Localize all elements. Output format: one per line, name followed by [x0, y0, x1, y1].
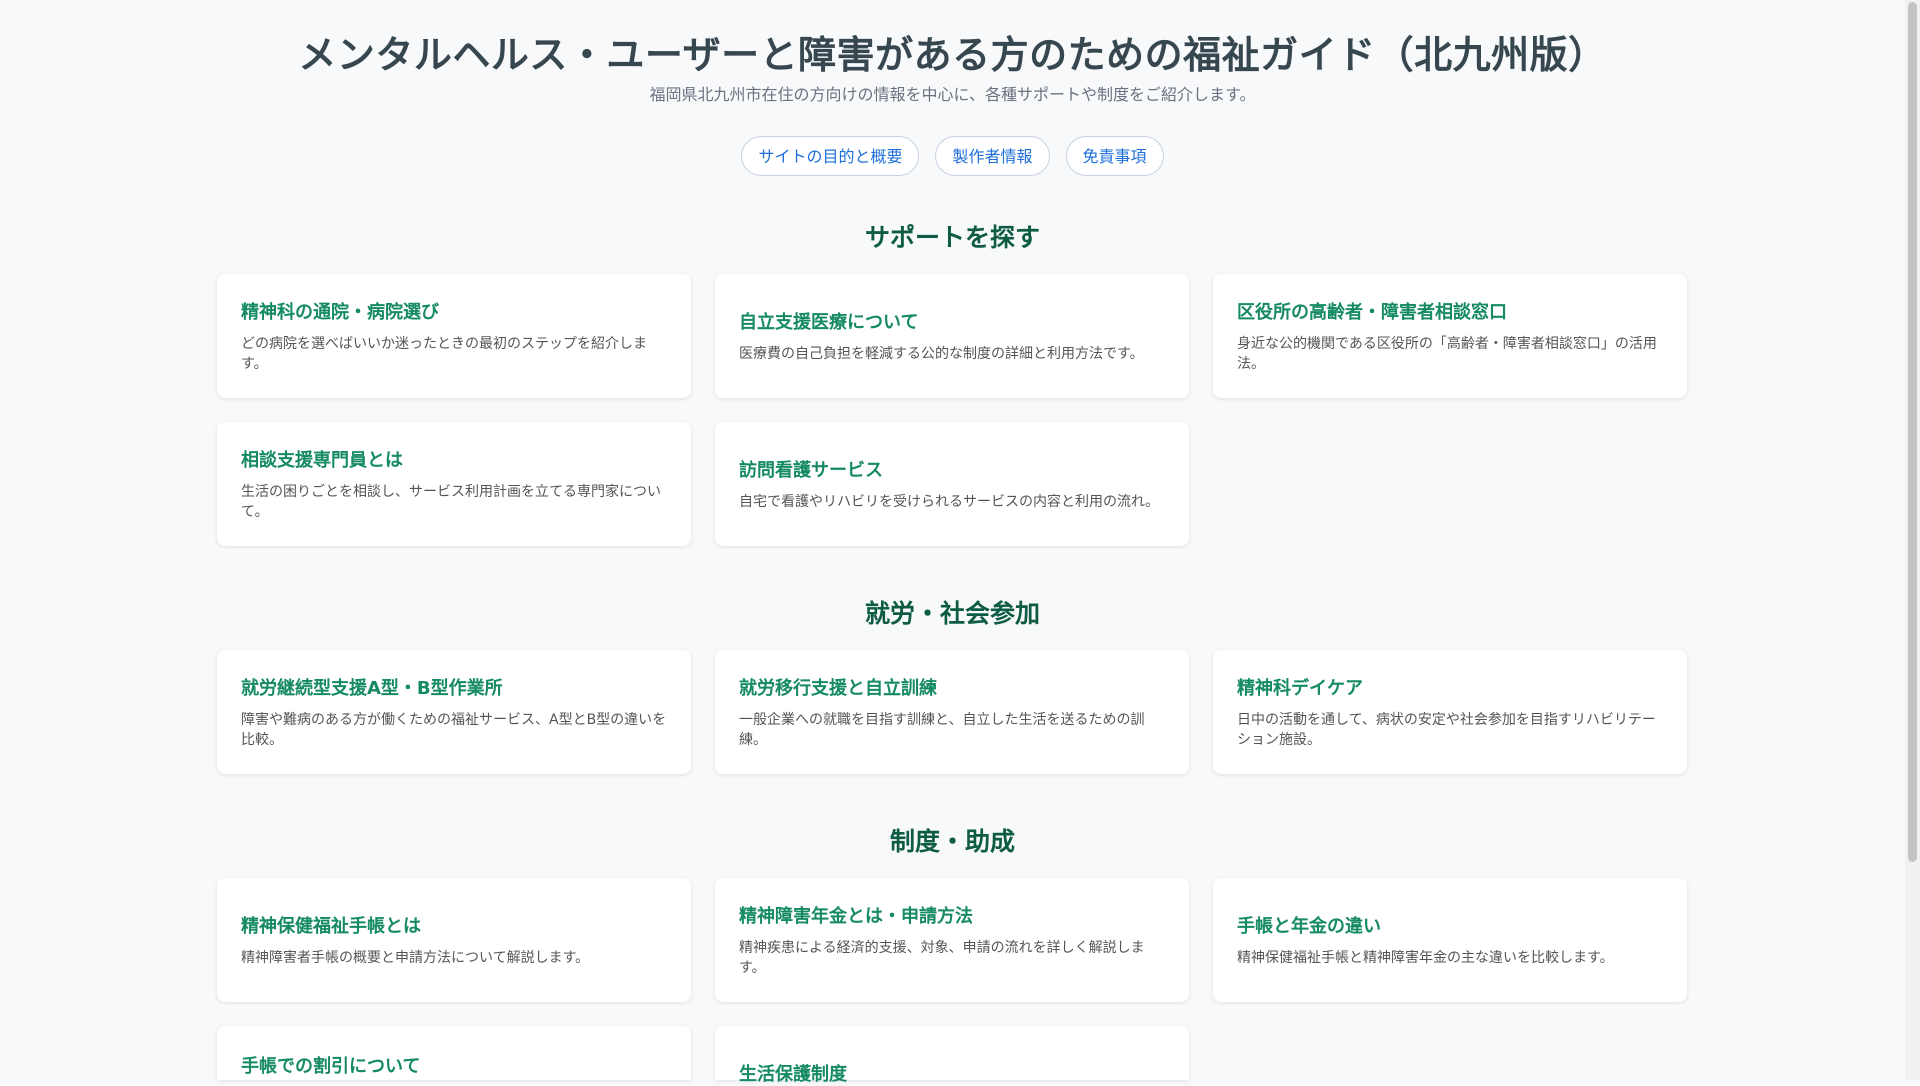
card-title: 相談支援専門員とは: [241, 450, 403, 471]
card-title: 生活保護制度: [739, 1064, 847, 1085]
card-desc: 精神保健福祉手帳と精神障害年金の主な違いを比較します。: [1237, 950, 1614, 966]
card-consultation-specialist[interactable]: 相談支援専門員とは 生活の困りごとを相談し、サービス利用計画を立てる専門家につい…: [217, 422, 691, 546]
card-desc: 精神障害者手帳の概要と申請方法について解説します。: [241, 950, 590, 966]
card-desc: 身近な公的機関である区役所の「高齢者・障害者相談窓口」の活用法。: [1237, 336, 1657, 372]
card-desc: 自宅で看護やリハビリを受けられるサービスの内容と利用の流れ。: [739, 494, 1160, 510]
card-title: 訪問看護サービス: [739, 460, 883, 481]
card-desc: 生活の困りごとを相談し、サービス利用計画を立てる専門家について。: [241, 484, 661, 520]
page-subtitle: 福岡県北九州市在住の方向けの情報を中心に、各種サポートや制度をご紹介します。: [649, 85, 1256, 104]
card-disability-pension[interactable]: 精神障害年金とは・申請方法 精神疾患による経済的支援、対象、申請の流れを詳しく解…: [715, 878, 1189, 1002]
page: メンタルヘルス・ユーザーと障害がある方のための福祉ガイド（北九州版） 福岡県北九…: [0, 0, 1905, 1085]
section-title-employment: 就労・社会参加: [864, 599, 1040, 628]
nav-link-about[interactable]: サイトの目的と概要: [741, 136, 920, 176]
card-title: 就労移行支援と自立訓練: [739, 678, 937, 699]
top-nav: サイトの目的と概要 製作者情報 免責事項: [0, 136, 1905, 176]
card-title: 区役所の高齢者・障害者相談窓口: [1237, 302, 1507, 323]
card-employment-ab[interactable]: 就労継続型支援A型・B型作業所 障害や難病のある方が働くための福祉サービス、A型…: [217, 650, 691, 774]
card-handbook-vs-pension[interactable]: 手帳と年金の違い 精神保健福祉手帳と精神障害年金の主な違いを比較します。: [1213, 878, 1687, 1002]
nav-link-author[interactable]: 製作者情報: [935, 136, 1050, 176]
scrollbar-thumb[interactable]: [1908, 2, 1917, 862]
card-home-nursing[interactable]: 訪問看護サービス 自宅で看護やリハビリを受けられるサービスの内容と利用の流れ。: [715, 422, 1189, 546]
page-title: メンタルヘルス・ユーザーと障害がある方のための福祉ガイド（北九州版）: [298, 33, 1607, 77]
card-title: 自立支援医療について: [739, 312, 919, 333]
card-day-care[interactable]: 精神科デイケア 日中の活動を通して、病状の安定や社会参加を目指すリハビリテーショ…: [1213, 650, 1687, 774]
card-title: 精神科デイケア: [1237, 678, 1363, 699]
card-desc: 一般企業への就職を目指す訓練と、自立した生活を送るための訓練。: [739, 712, 1145, 748]
card-psychiatry-hospital[interactable]: 精神科の通院・病院選び どの病院を選べばいいか迷ったときの最初のステップを紹介し…: [217, 274, 691, 398]
card-self-support-medical[interactable]: 自立支援医療について 医療費の自己負担を軽減する公的な制度の詳細と利用方法です。: [715, 274, 1189, 398]
card-transition-training[interactable]: 就労移行支援と自立訓練 一般企業への就職を目指す訓練と、自立した生活を送るための…: [715, 650, 1189, 774]
card-title: 手帳と年金の違い: [1237, 916, 1381, 937]
card-title: 就労継続型支援A型・B型作業所: [241, 678, 503, 699]
nav-link-disclaimer[interactable]: 免責事項: [1065, 136, 1164, 176]
card-desc: 精神疾患による経済的支援、対象、申請の流れを詳しく解説します。: [739, 940, 1145, 976]
card-desc: 医療費の自己負担を軽減する公的な制度の詳細と利用方法です。: [739, 346, 1144, 362]
card-handbook-discount[interactable]: 手帳での割引について: [217, 1026, 691, 1080]
card-desc: 障害や難病のある方が働くための福祉サービス、A型とB型の違いを比較。: [241, 712, 667, 748]
section-title-support: サポートを探す: [864, 223, 1040, 252]
card-title: 精神科の通院・病院選び: [241, 302, 439, 323]
card-desc: 日中の活動を通して、病状の安定や社会参加を目指すリハビリテーション施設。: [1237, 712, 1656, 748]
card-ward-office-consultation[interactable]: 区役所の高齢者・障害者相談窓口 身近な公的機関である区役所の「高齢者・障害者相談…: [1213, 274, 1687, 398]
card-health-welfare-handbook[interactable]: 精神保健福祉手帳とは 精神障害者手帳の概要と申請方法について解説します。: [217, 878, 691, 1002]
card-title: 精神障害年金とは・申請方法: [739, 906, 973, 927]
section-title-systems: 制度・助成: [889, 827, 1015, 856]
card-title: 手帳での割引について: [241, 1056, 421, 1077]
card-desc: どの病院を選べばいいか迷ったときの最初のステップを紹介します。: [241, 336, 647, 372]
card-title: 精神保健福祉手帳とは: [241, 916, 421, 937]
card-public-assistance[interactable]: 生活保護制度: [715, 1026, 1189, 1085]
scrollbar[interactable]: [1905, 0, 1920, 1080]
